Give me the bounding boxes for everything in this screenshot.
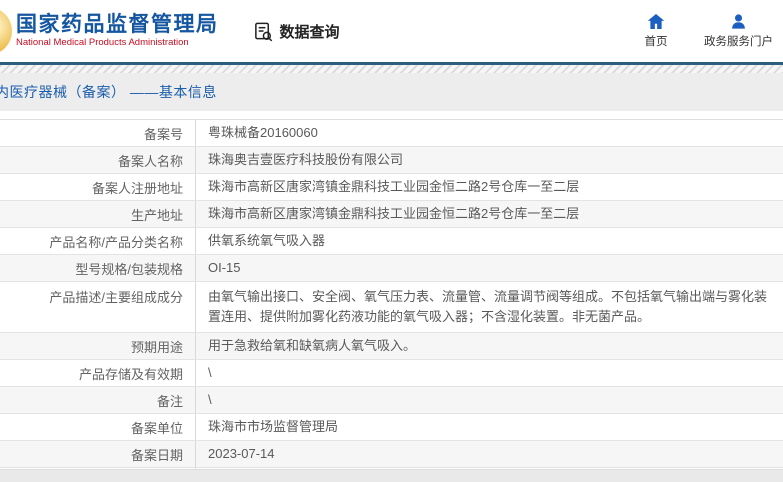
table-row: 备注 \ <box>0 387 783 414</box>
row-value: OI-15 <box>208 260 241 275</box>
data-query-icon <box>253 21 274 42</box>
header-nav: 首页 政务服务门户 <box>634 13 773 49</box>
nav-data-query-label: 数据查询 <box>279 23 340 41</box>
row-label: 备注 <box>0 387 196 413</box>
row-value: 由氧气输出接口、安全阀、氧气压力表、流量管、流量调节阀等组成。不包括氧气输出端与… <box>208 289 768 324</box>
page-title: 内医疗器械（备案） ——基本信息 <box>0 84 217 100</box>
nav-home[interactable]: 首页 <box>634 13 678 49</box>
nav-portal[interactable]: 政务服务门户 <box>704 13 773 49</box>
row-value: 用于急救给氧和缺氧病人氧气吸入。 <box>208 338 417 353</box>
row-label: 产品名称/产品分类名称 <box>0 228 196 254</box>
row-value: 供氧系统氧气吸入器 <box>208 233 326 248</box>
user-icon <box>730 13 747 30</box>
row-value: 珠海市高新区唐家湾镇金鼎科技工业园金恒二路2号仓库一至二层 <box>208 179 580 194</box>
row-label: 备案人注册地址 <box>0 174 196 200</box>
row-label: 预期用途 <box>0 333 196 359</box>
page: 国家药品监督管理局 National Medical Products Admi… <box>0 0 783 482</box>
row-label: 备案号 <box>0 120 196 146</box>
registration-table: 备案号 粤珠械备20160060 备案人名称 珠海奥吉壹医疗科技股份有限公司 备… <box>0 119 783 482</box>
row-label: 产品存储及有效期 <box>0 360 196 386</box>
table-row: 备案单位 珠海市市场监督管理局 <box>0 414 783 441</box>
row-value: 珠海市高新区唐家湾镇金鼎科技工业园金恒二路2号仓库一至二层 <box>208 206 580 221</box>
org-names: 国家药品监督管理局 National Medical Products Admi… <box>16 13 219 49</box>
row-label: 产品描述/主要组成成分 <box>0 282 196 332</box>
table-row: 产品名称/产品分类名称 供氧系统氧气吸入器 <box>0 228 783 255</box>
row-label: 生产地址 <box>0 201 196 227</box>
table-row: 生产地址 珠海市高新区唐家湾镇金鼎科技工业园金恒二路2号仓库一至二层 <box>0 201 783 228</box>
hatch-band <box>0 65 783 73</box>
org-name-en: National Medical Products Administration <box>16 37 189 49</box>
row-value: 粤珠械备20160060 <box>208 125 318 140</box>
table-row: 备案号 粤珠械备20160060 <box>0 120 783 147</box>
table-row: 型号规格/包装规格 OI-15 <box>0 255 783 282</box>
table-row: 预期用途 用于急救给氧和缺氧病人氧气吸入。 <box>0 333 783 360</box>
home-icon <box>647 13 665 30</box>
row-value: 珠海奥吉壹医疗科技股份有限公司 <box>208 152 404 167</box>
nav-home-label: 首页 <box>644 36 668 48</box>
table-row: 产品存储及有效期 \ <box>0 360 783 387</box>
footer-band <box>0 469 783 482</box>
row-value: 2023-07-14 <box>208 446 275 461</box>
title-bar: 内医疗器械（备案） ——基本信息 <box>0 73 783 111</box>
org-name-zh: 国家药品监督管理局 <box>16 13 219 37</box>
row-label: 型号规格/包装规格 <box>0 255 196 281</box>
table-row: 备案日期 2023-07-14 <box>0 441 783 468</box>
nav-portal-label: 政务服务门户 <box>704 36 773 48</box>
row-value: \ <box>208 365 212 380</box>
table-row: 备案人名称 珠海奥吉壹医疗科技股份有限公司 <box>0 147 783 174</box>
row-label: 备案单位 <box>0 414 196 440</box>
site-header: 国家药品监督管理局 National Medical Products Admi… <box>0 0 783 62</box>
table-row-description: 产品描述/主要组成成分 由氧气输出接口、安全阀、氧气压力表、流量管、流量调节阀等… <box>0 282 783 333</box>
table-row: 备案人注册地址 珠海市高新区唐家湾镇金鼎科技工业园金恒二路2号仓库一至二层 <box>0 174 783 201</box>
nmpa-logo-icon <box>0 7 12 55</box>
row-value: 珠海市市场监督管理局 <box>208 419 339 434</box>
row-label: 备案人名称 <box>0 147 196 173</box>
row-value: \ <box>208 392 212 407</box>
row-label: 备案日期 <box>0 441 196 467</box>
nav-data-query[interactable]: 数据查询 <box>253 21 340 42</box>
